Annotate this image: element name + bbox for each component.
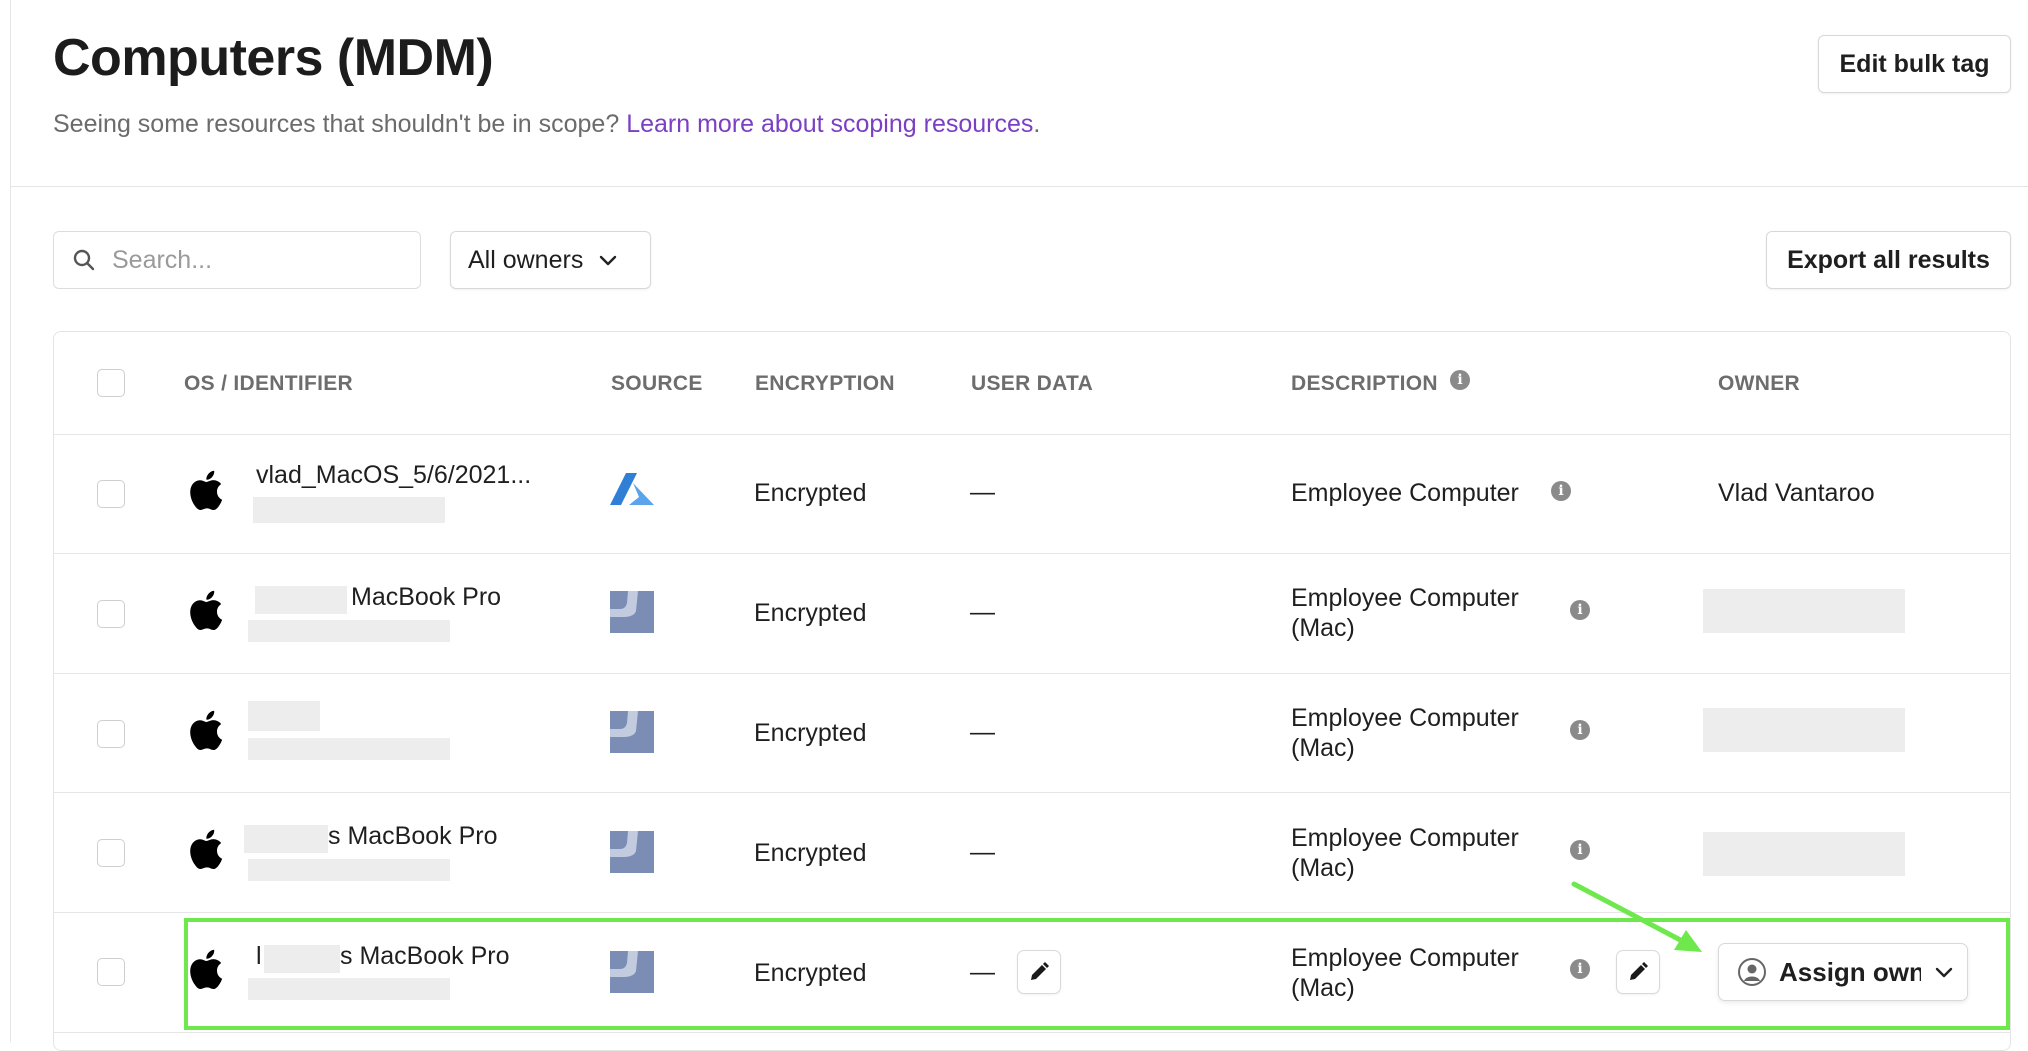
- chevron-down-icon: [600, 255, 617, 266]
- owner-filter-label: All owners: [468, 245, 584, 274]
- jamf-source-icon: [610, 711, 654, 753]
- description-info-icon[interactable]: i: [1570, 600, 1590, 620]
- learn-more-link[interactable]: Learn more about scoping resources: [626, 110, 1033, 138]
- device-description: Employee Computer: [1291, 479, 1519, 507]
- column-header-user-data[interactable]: USER DATA: [971, 372, 1093, 396]
- device-description-line1: Employee Computer: [1291, 824, 1519, 852]
- device-identifier[interactable]: s MacBook Pro: [328, 822, 498, 851]
- select-all-checkbox[interactable]: [97, 369, 125, 397]
- redacted-serial: [253, 497, 445, 523]
- search-box[interactable]: [53, 231, 421, 289]
- jamf-source-icon: [610, 831, 654, 873]
- subtitle-text: Seeing some resources that shouldn't be …: [53, 110, 620, 138]
- device-description-line1: Employee Computer: [1291, 584, 1519, 612]
- description-info-icon[interactable]: i: [1450, 370, 1470, 390]
- user-data-empty: —: [970, 838, 995, 866]
- redacted-serial: [248, 620, 450, 642]
- search-input[interactable]: [110, 244, 394, 276]
- redacted-name: [255, 586, 347, 614]
- encryption-status: Encrypted: [754, 599, 867, 627]
- device-identifier[interactable]: vlad_MacOS_5/6/2021...: [256, 461, 531, 490]
- description-info-icon[interactable]: i: [1570, 720, 1590, 740]
- annotation-arrow-icon: [1571, 881, 1702, 952]
- description-info-icon[interactable]: i: [1551, 481, 1571, 501]
- encryption-status: Encrypted: [754, 839, 867, 867]
- device-identifier[interactable]: MacBook Pro: [351, 583, 501, 612]
- subtitle-period: .: [1033, 110, 1041, 138]
- redacted-name: [244, 825, 328, 853]
- device-description-line1: Employee Computer: [1291, 704, 1519, 732]
- jamf-source-icon: [610, 591, 654, 633]
- row-divider: [54, 912, 2010, 913]
- user-data-empty: —: [970, 478, 995, 506]
- row-divider: [54, 792, 2010, 793]
- column-header-description[interactable]: DESCRIPTION: [1291, 372, 1438, 396]
- apple-icon: [190, 710, 223, 751]
- encryption-status: Encrypted: [754, 479, 867, 507]
- page-title: Computers (MDM): [53, 29, 494, 87]
- row-checkbox[interactable]: [97, 600, 125, 628]
- row-checkbox[interactable]: [97, 958, 125, 986]
- apple-icon: [190, 829, 223, 870]
- encryption-status: Encrypted: [754, 719, 867, 747]
- redacted-owner: [1703, 708, 1905, 752]
- row-checkbox[interactable]: [97, 480, 125, 508]
- redacted-serial: [248, 859, 450, 881]
- header-divider: [10, 186, 2028, 187]
- apple-icon: [190, 590, 223, 631]
- column-header-source[interactable]: SOURCE: [611, 372, 703, 396]
- search-icon: [73, 249, 95, 271]
- highlight-box: [184, 918, 2010, 1030]
- apple-icon: [190, 470, 223, 511]
- page-subtitle: Seeing some resources that shouldn't be …: [53, 110, 1040, 139]
- redacted-serial: [248, 738, 450, 760]
- row-divider: [54, 553, 2010, 554]
- edit-bulk-tag-button[interactable]: Edit bulk tag: [1818, 35, 2011, 93]
- redacted-owner: [1703, 589, 1905, 633]
- user-data-empty: —: [970, 718, 995, 746]
- redacted-owner: [1703, 832, 1905, 876]
- owner-name[interactable]: Vlad Vantaroo: [1718, 479, 1875, 508]
- page-left-border: [10, 0, 11, 1042]
- description-info-icon[interactable]: i: [1570, 840, 1590, 860]
- row-divider: [54, 1032, 2010, 1033]
- device-description-line2: (Mac): [1291, 854, 1355, 882]
- row-checkbox[interactable]: [97, 720, 125, 748]
- device-description-line2: (Mac): [1291, 614, 1355, 642]
- redacted-name: [248, 701, 320, 731]
- column-header-owner[interactable]: OWNER: [1718, 372, 1800, 396]
- user-data-empty: —: [970, 598, 995, 626]
- row-checkbox[interactable]: [97, 839, 125, 867]
- device-description-line2: (Mac): [1291, 734, 1355, 762]
- export-results-button[interactable]: Export all results: [1766, 231, 2011, 289]
- column-header-encryption[interactable]: ENCRYPTION: [755, 372, 895, 396]
- azure-source-icon: [610, 473, 654, 505]
- row-divider: [54, 434, 2010, 435]
- column-header-identifier[interactable]: OS / IDENTIFIER: [184, 372, 353, 396]
- row-divider: [54, 673, 2010, 674]
- owner-filter-dropdown[interactable]: All owners: [450, 231, 651, 289]
